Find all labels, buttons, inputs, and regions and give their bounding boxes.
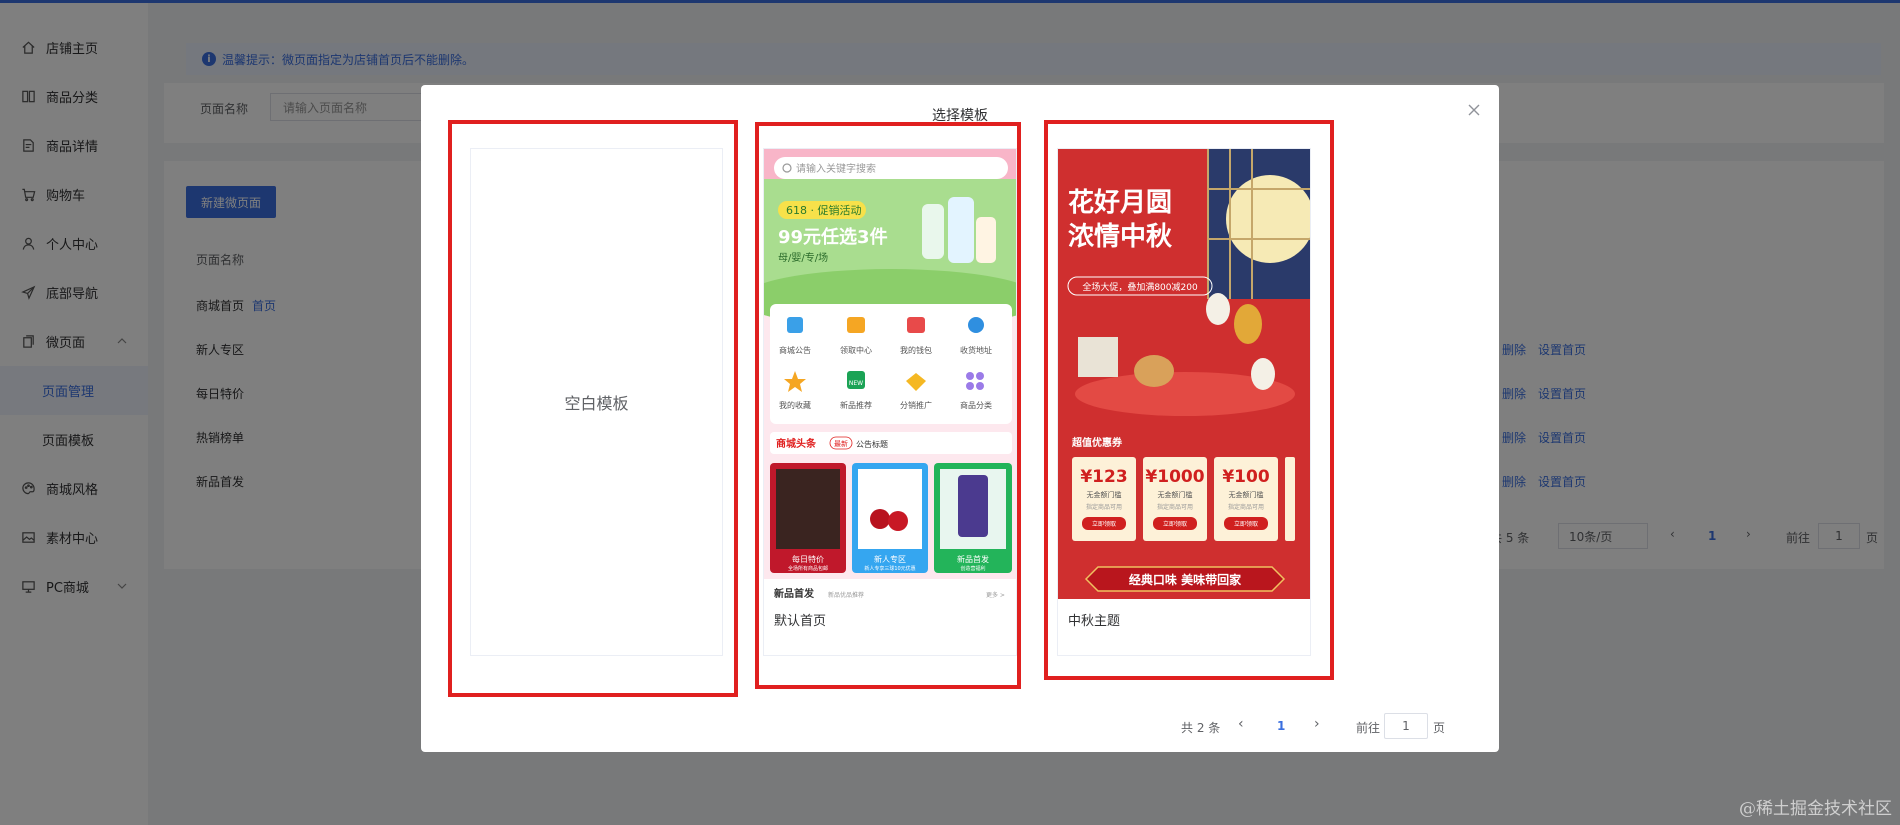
prev-page-icon[interactable]: ‹	[1238, 716, 1244, 732]
close-icon[interactable]	[1467, 103, 1481, 117]
highlight-box	[448, 120, 738, 697]
watermark: @稀土掘金技术社区	[1739, 799, 1892, 819]
pager-goto: 前往	[1356, 721, 1381, 735]
pager-unit: 页	[1433, 721, 1446, 735]
highlight-box	[755, 122, 1021, 689]
pager-goto-input[interactable]: 1	[1384, 713, 1428, 739]
next-page-icon[interactable]: ›	[1314, 716, 1320, 732]
template-dialog: 选择模板 空白模板 请输入关键字搜索 618 · 促销活动 99元任选3件 母/…	[421, 85, 1499, 752]
pager-total: 共 2 条	[1181, 721, 1221, 735]
pager-current[interactable]: 1	[1277, 719, 1285, 733]
highlight-box	[1044, 120, 1334, 680]
